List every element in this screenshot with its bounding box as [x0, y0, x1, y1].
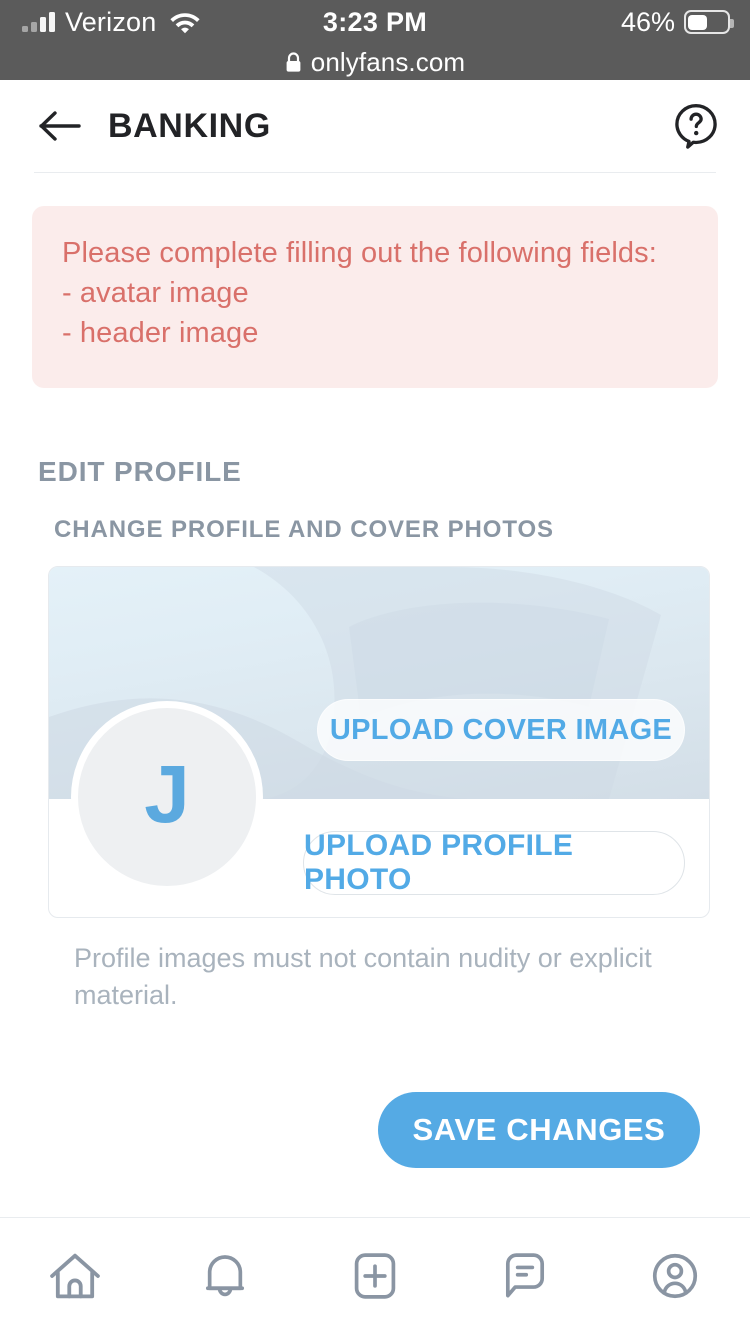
status-bar: Verizon 3:23 PM 46% onlyfans.com	[0, 0, 750, 80]
browser-url-bar[interactable]: onlyfans.com	[0, 44, 750, 80]
nav-item-home[interactable]	[0, 1218, 150, 1334]
validation-alert: Please complete filling out the followin…	[32, 206, 718, 388]
profile-photos-card: J UPLOAD COVER IMAGE UPLOAD PROFILE PHOT…	[48, 566, 710, 918]
messages-icon	[505, 1253, 545, 1298]
url-label: onlyfans.com	[310, 46, 466, 77]
nav-item-notifications[interactable]	[150, 1218, 300, 1334]
bell-icon	[205, 1255, 245, 1297]
upload-profile-photo-button[interactable]: UPLOAD PROFILE PHOTO	[303, 829, 685, 896]
back-button[interactable]	[38, 103, 92, 149]
page-content: Please complete filling out the followin…	[0, 173, 750, 1217]
profile-icon	[652, 1253, 698, 1299]
home-icon	[50, 1253, 100, 1299]
alert-line-0: Please complete filling out the followin…	[62, 237, 657, 269]
upload-cover-image-button[interactable]: UPLOAD COVER IMAGE	[317, 699, 685, 761]
nav-item-new-post[interactable]	[300, 1218, 450, 1334]
avatar-initial: J	[144, 749, 190, 840]
status-bar-right: 46%	[620, 0, 734, 44]
help-question-bubble-icon	[675, 103, 717, 149]
app-header: BANKING	[0, 80, 750, 172]
section-heading: EDIT PROFILE	[38, 456, 242, 487]
nav-item-messages[interactable]	[450, 1218, 600, 1334]
section-subheading: CHANGE PROFILE AND COVER PHOTOS	[54, 516, 554, 543]
save-changes-button[interactable]: SAVE CHANGES	[378, 1092, 700, 1168]
phone-screen: Verizon 3:23 PM 46% onlyfans.com BANKING…	[0, 0, 750, 1334]
profile-image-policy-note: Profile images must not contain nudity o…	[74, 943, 652, 1010]
add-post-icon	[354, 1253, 396, 1299]
save-button-row: SAVE CHANGES	[32, 1092, 718, 1168]
alert-line-1: - avatar image	[62, 277, 249, 309]
nav-item-profile[interactable]	[600, 1218, 750, 1334]
page-title: BANKING	[108, 106, 271, 145]
help-button[interactable]	[672, 102, 720, 150]
battery-percent-label: 46%	[620, 6, 675, 37]
alert-line-2: - header image	[62, 317, 259, 349]
battery-icon	[684, 10, 734, 34]
arrow-left-icon	[39, 111, 81, 141]
bottom-navigation-bar	[0, 1217, 750, 1334]
status-bar-row-primary: Verizon 3:23 PM 46%	[0, 0, 750, 44]
avatar[interactable]: J	[71, 701, 263, 893]
lock-icon	[285, 51, 302, 73]
